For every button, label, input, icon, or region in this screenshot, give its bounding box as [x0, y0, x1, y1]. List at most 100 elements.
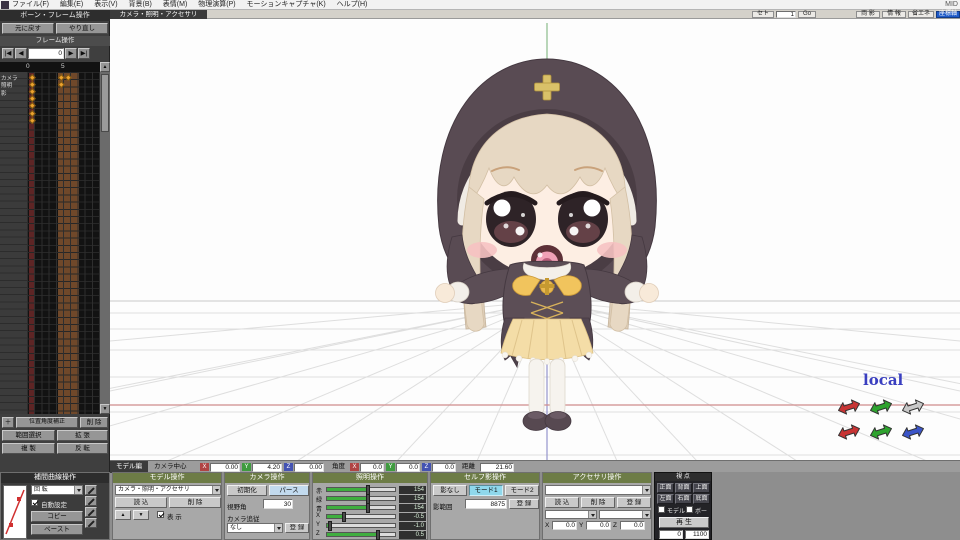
angle-x-input[interactable] [360, 462, 384, 472]
view-back-button[interactable]: 背面 [675, 483, 692, 493]
menu-edit[interactable]: 編集(E) [60, 0, 83, 9]
interp-target-select[interactable]: 回 転 [31, 485, 83, 495]
timeline-row-shadow[interactable]: 影 [1, 89, 7, 97]
frame-set-button[interactable]: セト [752, 11, 774, 18]
axis-toggle-button[interactable]: 座標軸 [936, 11, 960, 18]
view-front-button[interactable]: 正面 [657, 483, 674, 493]
distance-input[interactable] [480, 462, 514, 472]
model-delete-button[interactable]: 削 除 [169, 497, 221, 508]
model-load-button[interactable]: 読 込 [115, 497, 167, 508]
axis-icon-z-rotate[interactable] [901, 423, 926, 441]
shadow-none-button[interactable]: 影なし [433, 485, 467, 496]
expand-button[interactable]: 拡 張 [57, 430, 108, 441]
menu-view[interactable]: 表示(V) [94, 0, 117, 9]
accessory-z-input[interactable] [620, 521, 645, 530]
interp-preset-ease-in[interactable] [85, 496, 97, 506]
angle-z-chip[interactable]: Z [422, 463, 431, 471]
view-left-button[interactable]: 左面 [657, 494, 674, 504]
menu-physics[interactable]: 物理演算(P) [198, 0, 235, 9]
view-top-button[interactable]: 上面 [693, 483, 710, 493]
slider-thumb[interactable] [376, 530, 380, 540]
menu-help[interactable]: ヘルプ(H) [337, 0, 368, 9]
auto-set-checkbox[interactable] [31, 499, 38, 506]
menu-mocap[interactable]: モーションキャプチャ(K) [247, 0, 326, 9]
axis-manipulators[interactable] [837, 398, 926, 441]
draw-order-up-button[interactable]: ▲ [115, 510, 131, 520]
light-y-slider[interactable] [326, 521, 396, 531]
light-x-slider[interactable] [326, 512, 396, 522]
light-g-slider[interactable] [326, 494, 396, 504]
interp-preset-s-curve[interactable] [85, 518, 97, 528]
undo-button[interactable]: 元に戻す [2, 23, 54, 34]
angle-x-chip[interactable]: X [350, 463, 359, 471]
view-right-button[interactable]: 右面 [675, 494, 692, 504]
light-r-slider[interactable] [326, 485, 396, 495]
axis-icon-y-move[interactable] [869, 398, 894, 416]
timeline-scrollbar[interactable]: ▲ ▼ [100, 62, 110, 414]
pos-angle-correct-button[interactable]: 位置角度補正 [16, 417, 78, 428]
accessory-x-input[interactable] [552, 521, 577, 530]
perspective-toggle-button[interactable]: パース [269, 485, 309, 496]
frame-jump-input[interactable] [776, 11, 796, 18]
shadow-mode2-button[interactable]: モード2 [505, 485, 539, 496]
angle-y-input[interactable] [396, 462, 420, 472]
y-axis-chip[interactable]: Y [242, 463, 251, 471]
menu-background[interactable]: 背景(B) [129, 0, 152, 9]
frame-prev-button[interactable]: ◀ [15, 48, 27, 59]
z-axis-chip[interactable]: Z [284, 463, 293, 471]
camera-follow-select[interactable]: なし [227, 523, 283, 533]
view-model-checkbox[interactable] [658, 506, 665, 513]
interp-paste-button[interactable]: ペースト [31, 524, 83, 535]
redo-button[interactable]: やり直し [56, 23, 108, 34]
shadow-range-input[interactable] [465, 499, 507, 509]
interp-copy-button[interactable]: コピー [31, 511, 83, 522]
axis-icon-z-move[interactable] [901, 398, 926, 416]
accessory-select[interactable] [545, 485, 651, 495]
play-start-input[interactable] [659, 530, 683, 539]
scroll-up-button[interactable]: ▲ [100, 62, 110, 72]
frame-first-button[interactable]: |◀ [2, 48, 14, 59]
accessory-register-button[interactable]: 登 録 [617, 497, 651, 508]
frame-next-button[interactable]: ▶ [65, 48, 77, 59]
scroll-down-button[interactable]: ▼ [100, 404, 110, 414]
axis-icon-x-move[interactable] [837, 398, 862, 416]
camera-init-button[interactable]: 初期化 [227, 485, 267, 496]
angle-z-input[interactable] [432, 462, 456, 472]
frame-last-button[interactable]: ▶| [78, 48, 90, 59]
accessory-parent-model-select[interactable] [545, 510, 597, 519]
scrollbar-thumb[interactable] [101, 74, 109, 132]
accessory-load-button[interactable]: 読 込 [545, 497, 579, 508]
interp-preset-ease-out[interactable] [85, 507, 97, 517]
camera-center-y-input[interactable] [252, 462, 282, 472]
fov-input[interactable] [263, 499, 293, 509]
model-show-checkbox[interactable] [157, 511, 164, 518]
edit-target-tab[interactable]: カメラ・照明・アクセサリ [110, 10, 207, 19]
accessory-delete-button[interactable]: 削 除 [581, 497, 615, 508]
x-axis-chip[interactable]: X [200, 463, 209, 471]
camera-center-z-input[interactable] [294, 462, 324, 472]
shadow-toggle-button[interactable]: 両 影 [856, 11, 880, 18]
play-button[interactable]: 再 生 [659, 517, 709, 528]
viewport-3d[interactable]: local [110, 19, 960, 460]
shadow-mode1-button[interactable]: モード1 [469, 485, 503, 496]
menu-file[interactable]: ファイル(F) [12, 0, 49, 9]
camera-center-x-input[interactable] [210, 462, 240, 472]
draw-order-down-button[interactable]: ▼ [133, 510, 149, 520]
duplicate-button[interactable]: 複 製 [2, 443, 55, 454]
model-select[interactable]: カメラ・照明・アクセサリ [115, 485, 221, 495]
info-toggle-button[interactable]: 情 報 [882, 11, 906, 18]
viewport-canvas[interactable] [110, 19, 960, 460]
light-b-slider[interactable] [326, 503, 396, 513]
view-bottom-button[interactable]: 底面 [693, 494, 710, 504]
view-bone-checkbox[interactable] [686, 506, 693, 513]
accessory-y-input[interactable] [586, 521, 611, 530]
angle-y-chip[interactable]: Y [386, 463, 395, 471]
menu-facial[interactable]: 表情(M) [163, 0, 188, 9]
frame-go-button[interactable]: Go [798, 11, 816, 18]
keyframe-timeline[interactable]: 0 5 カメラ 照明 影 [0, 62, 100, 414]
accessory-parent-bone-select[interactable] [599, 510, 651, 519]
camera-register-button[interactable]: 登 録 [285, 523, 309, 533]
interpolation-graph[interactable] [3, 485, 27, 539]
axis-icon-x-rotate[interactable] [837, 423, 862, 441]
frame-number-input[interactable] [28, 48, 64, 59]
